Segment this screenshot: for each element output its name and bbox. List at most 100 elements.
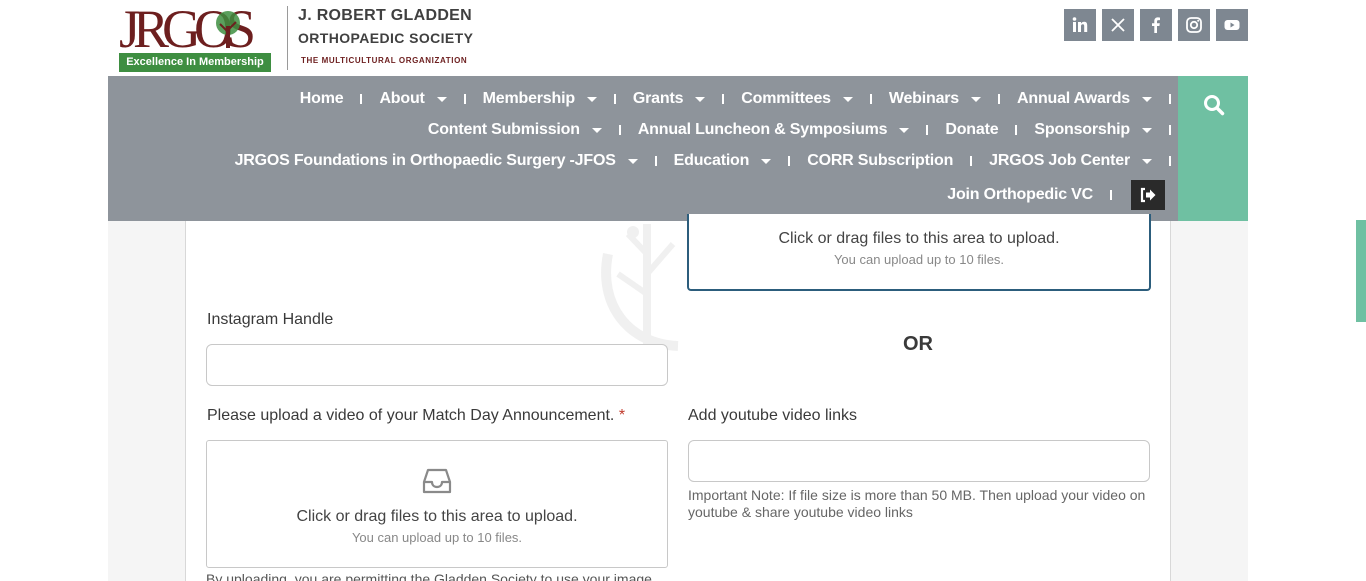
nav-item-membership[interactable]: Membership xyxy=(483,90,597,108)
instagram-icon xyxy=(1186,17,1202,33)
upload-instruction: Click or drag files to this area to uplo… xyxy=(778,230,1060,247)
nav-item-label: Webinars xyxy=(888,90,960,107)
chevron-down-icon xyxy=(436,96,447,102)
nav-item-annual-luncheon-symposiums[interactable]: Annual Luncheon & Symposiums xyxy=(638,121,910,139)
scrollbar-thumb[interactable] xyxy=(1356,220,1366,322)
logout-button[interactable] xyxy=(1131,180,1165,210)
nav-item-label: Education xyxy=(673,152,750,169)
chevron-down-icon xyxy=(695,96,706,102)
logo-divider xyxy=(287,6,288,70)
chevron-down-icon xyxy=(899,127,910,133)
inbox-icon xyxy=(422,468,452,494)
chevron-down-icon xyxy=(1142,127,1152,133)
nav-separator xyxy=(1110,190,1112,200)
image-upload-dropzone[interactable]: Click or drag files to this area to uplo… xyxy=(687,214,1151,291)
upload-instruction: Click or drag files to this area to uplo… xyxy=(296,508,578,525)
consent-text: By uploading, you are permitting the Gla… xyxy=(206,571,652,581)
facebook-button[interactable] xyxy=(1140,9,1172,41)
nav-separator xyxy=(970,156,973,166)
nav-item-webinars[interactable]: Webinars xyxy=(888,90,982,108)
nav-separator xyxy=(998,94,1001,104)
youtube-button[interactable] xyxy=(1216,9,1248,41)
nav-item-label: Grants xyxy=(632,90,684,107)
video-upload-label-text: Please upload a video of your Match Day … xyxy=(207,407,615,424)
nav-item-label: Join Orthopedic VC xyxy=(947,186,1093,203)
search-button[interactable] xyxy=(1178,76,1248,221)
youtube-links-input[interactable] xyxy=(688,440,1150,482)
nav-item-label: CORR Subscription xyxy=(807,152,954,169)
nav-item-label: Annual Luncheon & Symposiums xyxy=(637,121,888,138)
chevron-down-icon xyxy=(761,158,772,164)
nav-row-3: JRGOS Foundations in Orthopaedic Surgery… xyxy=(235,152,1188,170)
chevron-down-icon xyxy=(586,96,597,102)
nav-item-donate[interactable]: Donate xyxy=(945,121,998,139)
chevron-down-icon xyxy=(842,96,853,102)
chevron-down-icon xyxy=(1142,158,1152,164)
youtube-note: Important Note: If file size is more tha… xyxy=(688,487,1146,520)
site-logo[interactable]: JRGOS Excellence In Membership xyxy=(119,2,275,72)
nav-separator xyxy=(869,94,872,104)
nav-item-join-orthopedic-vc[interactable]: Join Orthopedic VC xyxy=(947,186,1093,204)
required-mark: * xyxy=(618,407,626,424)
nav-item-education[interactable]: Education xyxy=(674,152,772,170)
nav-item-label: Membership xyxy=(482,90,575,107)
nav-row-2: Content Submission Annual Luncheon & Symp… xyxy=(428,121,1188,139)
nav-row-4: Join Orthopedic VC xyxy=(947,180,1165,210)
or-divider: OR xyxy=(903,333,933,355)
nav-item-label: JRGOS Job Center xyxy=(989,152,1130,169)
nav-item-label: About xyxy=(379,90,425,107)
logo-tagline: Excellence In Membership xyxy=(119,53,271,72)
nav-separator xyxy=(1169,125,1171,135)
nav-item-label: Annual Awards xyxy=(1017,90,1130,107)
nav-item-sponsorship[interactable]: Sponsorship xyxy=(1034,121,1152,139)
nav-item-label: Home xyxy=(299,90,344,107)
youtube-icon xyxy=(1224,20,1240,30)
chevron-down-icon xyxy=(971,96,982,102)
nav-item-content-submission[interactable]: Content Submission xyxy=(428,121,602,139)
nav-separator xyxy=(360,94,363,104)
youtube-links-label: Add youtube video links xyxy=(688,407,857,424)
nav-item-home[interactable]: Home xyxy=(300,90,344,108)
main-navigation: Home About Membership Grants Committees Webin… xyxy=(108,76,1178,221)
site-header: JRGOS Excellence In Membership J. ROBERT… xyxy=(0,0,1366,76)
nav-separator xyxy=(722,94,725,104)
nav-item-annual-awards[interactable]: Annual Awards xyxy=(1017,90,1152,108)
instagram-button[interactable] xyxy=(1178,9,1210,41)
nav-item-label: Content Submission xyxy=(427,121,580,138)
nav-item-about[interactable]: About xyxy=(379,90,447,108)
nav-separator xyxy=(618,125,621,135)
nav-item-jrgos-foundations-in-orthopaedic-surgery-jfos[interactable]: JRGOS Foundations in Orthopaedic Surgery… xyxy=(235,152,638,170)
nav-item-label: Sponsorship xyxy=(1034,121,1130,138)
org-name-line2: ORTHOPAEDIC SOCIETY xyxy=(298,30,474,46)
chevron-down-icon xyxy=(591,127,602,133)
nav-separator xyxy=(788,156,791,166)
linkedin-button[interactable] xyxy=(1064,9,1096,41)
nav-item-committees[interactable]: Committees xyxy=(741,90,853,108)
nav-separator xyxy=(1169,156,1171,166)
video-upload-label: Please upload a video of your Match Day … xyxy=(207,407,625,425)
logout-icon xyxy=(1140,187,1156,203)
org-name-line1: J. ROBERT GLADDEN xyxy=(298,7,472,24)
nav-separator xyxy=(613,94,616,104)
x-twitter-icon xyxy=(1111,18,1125,32)
nav-item-label: Committees xyxy=(741,90,831,107)
nav-item-grants[interactable]: Grants xyxy=(632,90,706,108)
social-links xyxy=(1064,9,1248,41)
nav-item-corr-subscription[interactable]: CORR Subscription xyxy=(807,152,953,170)
nav-row-1: Home About Membership Grants Committees Webin… xyxy=(300,90,1188,108)
tree-icon xyxy=(216,11,240,48)
nav-item-label: JRGOS Foundations in Orthopaedic Surgery… xyxy=(234,152,616,169)
video-upload-dropzone[interactable]: Click or drag files to this area to uplo… xyxy=(206,440,668,568)
nav-item-jrgos-job-center[interactable]: JRGOS Job Center xyxy=(989,152,1152,170)
x-button[interactable] xyxy=(1102,9,1134,41)
nav-separator xyxy=(1169,94,1171,104)
facebook-icon xyxy=(1152,17,1160,33)
instagram-handle-label: Instagram Handle xyxy=(207,311,334,328)
linkedin-icon xyxy=(1072,17,1088,32)
nav-separator xyxy=(926,125,929,135)
nav-separator xyxy=(1015,125,1018,135)
chevron-down-icon xyxy=(1142,96,1152,102)
upload-limit: You can upload up to 10 files. xyxy=(351,530,523,545)
instagram-handle-input[interactable] xyxy=(206,344,668,386)
chevron-down-icon xyxy=(627,158,638,164)
